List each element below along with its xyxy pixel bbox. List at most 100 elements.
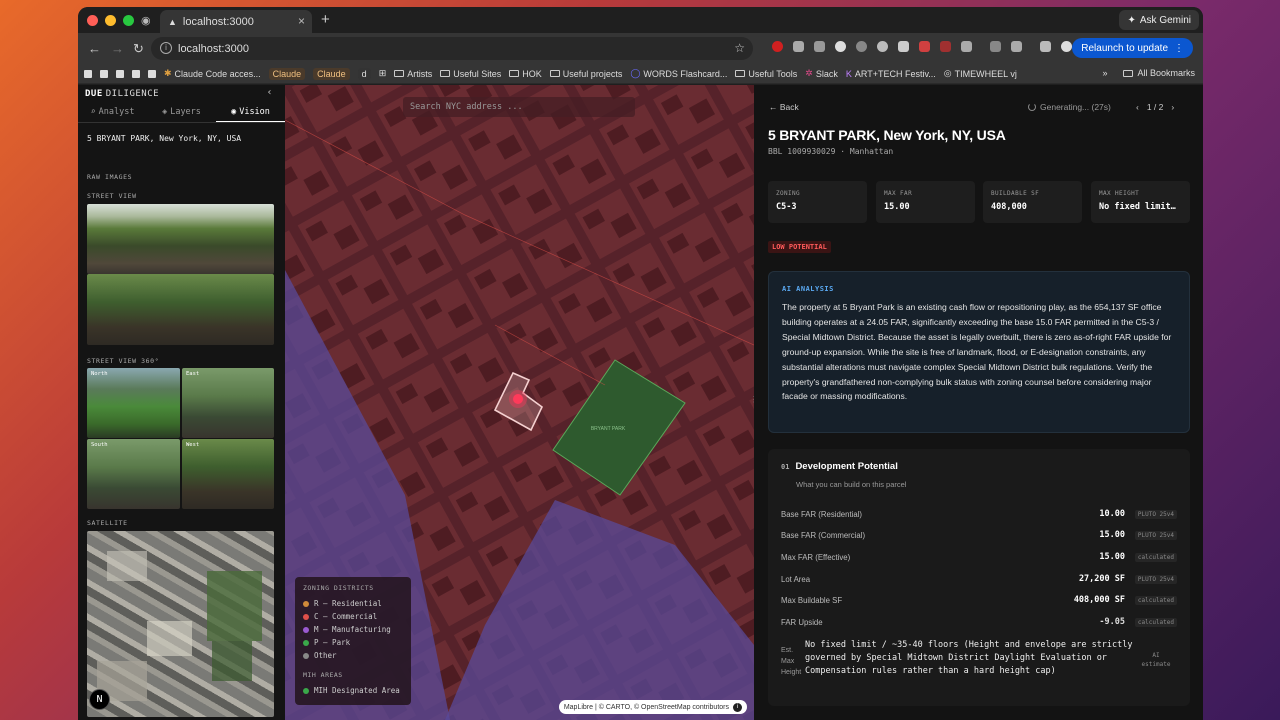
metric-value: No fixed limit / ~35-40 floors (Height a… [805, 640, 1133, 676]
bookmark-app-icon[interactable] [148, 69, 156, 78]
all-bookmarks-button[interactable]: » All Bookmarks [1102, 68, 1195, 78]
close-tab-icon[interactable]: × [298, 14, 305, 28]
download-icon[interactable] [1040, 41, 1051, 52]
raw-images-heading: RAW IMAGES [87, 173, 133, 181]
legend-title: ZONING DISTRICTS [303, 584, 374, 592]
bookmark-item[interactable]: Claude [313, 67, 350, 80]
bookmark-item[interactable]: ◯ WORDS Flashcard... [630, 68, 727, 79]
collapse-panel-icon[interactable]: ‹ [266, 87, 273, 98]
bookmark-folder[interactable]: Useful Tools [735, 69, 797, 79]
tab-search-icon[interactable]: ◉ [141, 14, 151, 27]
attribution-text: MapLibre | © CARTO, © OpenStreetMap cont… [563, 703, 729, 711]
extension-cloud-icon[interactable] [898, 41, 909, 52]
sidebar-toggle-icon[interactable] [990, 41, 1001, 52]
legend-label: M — Manufacturing [314, 625, 391, 634]
profile-avatar-icon[interactable] [1061, 41, 1072, 52]
all-bookmarks-label: All Bookmarks [1137, 68, 1195, 78]
map-attribution[interactable]: MapLibre | © CARTO, © OpenStreetMap cont… [558, 700, 747, 714]
bookmark-folder[interactable]: Useful Sites [440, 69, 501, 79]
bookmark-star-icon[interactable]: ☆ [734, 41, 745, 55]
folder-icon [549, 70, 560, 77]
maximize-window-button[interactable] [123, 15, 134, 26]
extension-window-icon[interactable] [793, 41, 804, 52]
extension-box-icon[interactable] [814, 41, 825, 52]
extension-circle-icon[interactable] [856, 41, 867, 52]
street-view-heading: STREET VIEW [87, 192, 137, 200]
browser-tab[interactable]: ▲ localhost:3000 × [160, 10, 312, 33]
extension-face-icon[interactable] [835, 41, 846, 52]
close-window-button[interactable] [87, 15, 98, 26]
bookmark-item[interactable]: d [357, 67, 371, 80]
bookmark-folder[interactable]: Useful projects [549, 69, 622, 79]
stat-value: 408,000 [991, 202, 1027, 212]
address-bar: ← → ↻ i localhost:3000 ☆ Relaunch to upd… [78, 33, 1203, 64]
tab-analyst[interactable]: ⌕ Analyst [78, 102, 147, 122]
metric-label: FAR Upside [781, 617, 823, 627]
street-view-south[interactable]: South [87, 439, 180, 509]
url-field[interactable]: i localhost:3000 ☆ [151, 37, 753, 60]
new-tab-button[interactable]: + [321, 11, 330, 28]
tab-layers[interactable]: ◈ Layers [147, 102, 216, 122]
street-view-north[interactable]: North [87, 368, 180, 438]
extension-red-icon[interactable] [772, 41, 783, 52]
extension-cursor-icon[interactable] [919, 41, 930, 52]
tab-vision[interactable]: ◉ Vision [216, 102, 285, 122]
minimize-window-button[interactable] [105, 15, 116, 26]
ask-gemini-button[interactable]: ✦ Ask Gemini [1119, 10, 1199, 30]
street-view-image-bottom[interactable] [87, 274, 274, 345]
bookmarks-bar: ✱ Claude Code acces... Claude Claude d ⊞ … [78, 64, 1203, 84]
metric-row: FAR Upside -9.05 calculated [781, 612, 1177, 632]
metric-source: calculated [1134, 552, 1177, 562]
bookmark-label: ART+TECH Festiv... [854, 68, 936, 79]
extension-x-icon[interactable] [940, 41, 951, 52]
bookmark-item[interactable]: Claude [268, 67, 306, 80]
street-view-west[interactable]: West [182, 439, 274, 509]
grid-apps-icon[interactable]: ⊞ [379, 68, 387, 79]
bookmark-label: Claude [317, 68, 346, 79]
satellite-detail [97, 551, 262, 701]
brand-rest: DILIGENCE [105, 88, 160, 99]
info-icon[interactable]: i [733, 702, 742, 712]
site-info-icon[interactable]: i [160, 42, 172, 54]
extensions-puzzle-icon[interactable] [961, 41, 972, 52]
street-view-east[interactable]: East [182, 368, 274, 438]
back-arrow-icon: ← [769, 102, 778, 112]
relaunch-button[interactable]: Relaunch to update ⋮ [1072, 38, 1193, 58]
bookmark-app-icon[interactable] [84, 69, 92, 78]
bookmark-folder[interactable]: Artists [394, 69, 432, 79]
extension-gear-icon[interactable] [877, 41, 888, 52]
zoning-map[interactable]: BRYANT PARK Search NYC address ... ZONIN… [285, 85, 754, 720]
map-search-input[interactable]: Search NYC address ... [403, 97, 635, 117]
bookmarks-overflow-icon[interactable]: » [1102, 68, 1107, 78]
satellite-heading: SATELLITE [87, 519, 128, 527]
bookmark-item[interactable]: K ART+TECH Festiv... [846, 69, 936, 79]
stat-buildable-sf: BUILDABLE SF 408,000 [983, 181, 1082, 223]
stat-value: C5-3 [776, 202, 797, 212]
gemini-sparkle-icon: ✦ [1127, 14, 1136, 26]
parcel-marker[interactable] [513, 394, 523, 404]
bookmark-app-icon[interactable] [116, 69, 124, 78]
bookmark-folder[interactable]: HOK [509, 69, 542, 79]
n-avatar-badge[interactable]: N [89, 689, 110, 710]
reload-icon[interactable]: ↻ [133, 41, 144, 57]
legend-item-residential: R — Residential [303, 597, 403, 610]
bookmark-item[interactable]: ✱ Claude Code acces... [164, 68, 261, 79]
forward-arrow-icon[interactable]: → [111, 41, 124, 56]
tab-label: Layers [170, 107, 201, 117]
prev-page-icon[interactable]: ‹ [1136, 102, 1139, 112]
tab-search-toolbar-icon[interactable] [1011, 41, 1022, 52]
more-vertical-icon: ⋮ [1174, 42, 1184, 54]
bookmark-item[interactable]: ✲ Slack [805, 68, 838, 79]
back-arrow-icon[interactable]: ← [88, 41, 101, 56]
legend-item-commercial: C — Commercial [303, 610, 403, 623]
bookmark-app-icon[interactable] [132, 69, 140, 78]
street-view-image-top[interactable] [87, 204, 274, 274]
next-page-icon[interactable]: › [1171, 102, 1174, 112]
direction-label: South [91, 442, 108, 448]
bookmark-item[interactable]: ◎ TIMEWHEEL vj [944, 68, 1017, 79]
bookmark-label: Slack [815, 68, 838, 79]
satellite-image[interactable] [87, 531, 274, 717]
bookmark-app-icon[interactable] [100, 69, 108, 78]
back-button[interactable]: ← Back [769, 102, 799, 112]
right-panel: ← Back Generating... (27s) ‹ 1 / 2 › 5 B… [754, 85, 1203, 720]
